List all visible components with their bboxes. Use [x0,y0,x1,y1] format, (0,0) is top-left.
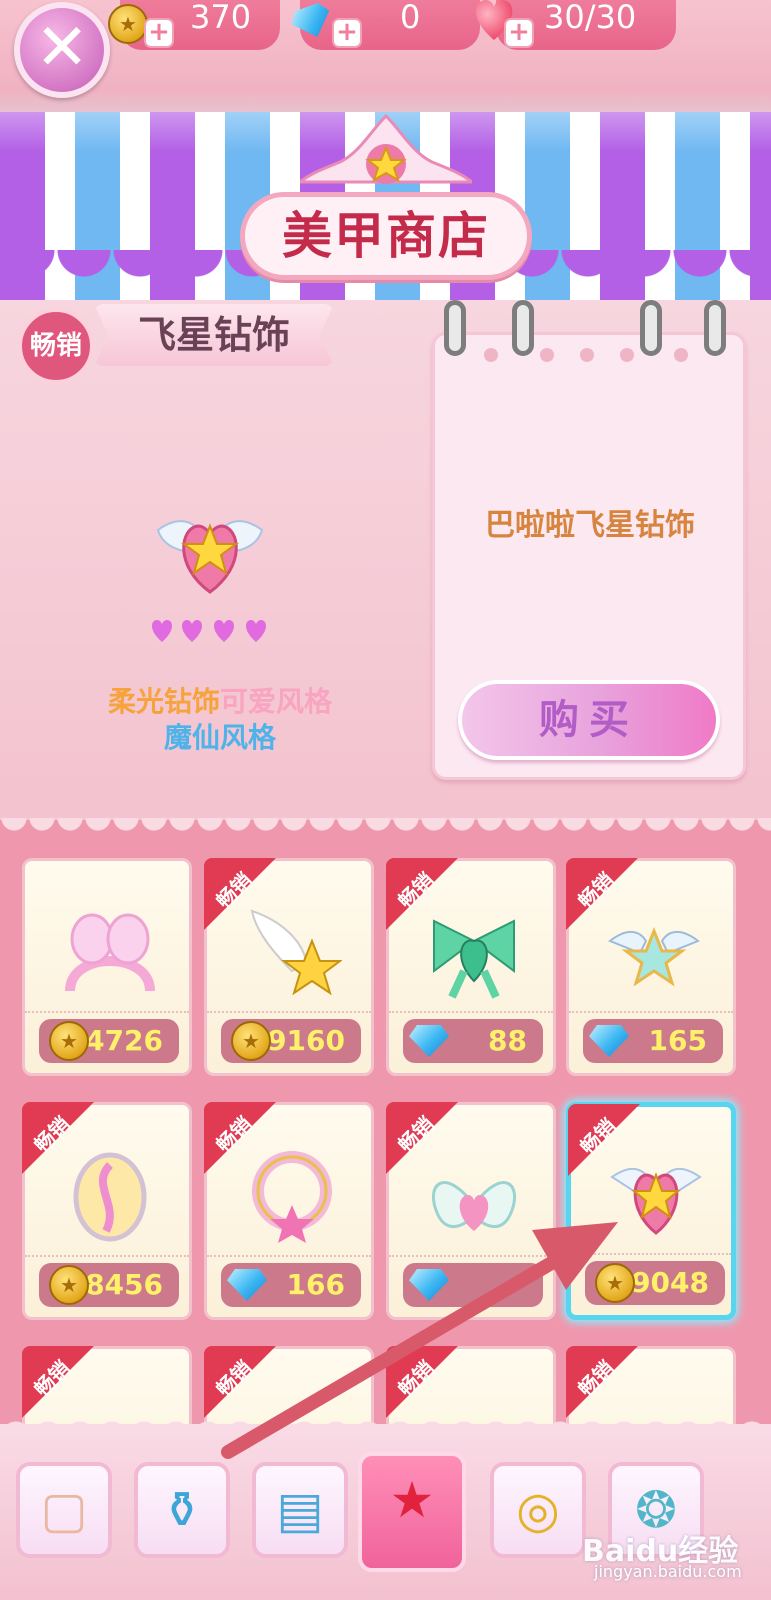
crown-ornament-icon [300,113,472,184]
green-bow-icon [433,919,515,999]
notepad-hole [540,348,554,362]
tag-magic-style: 魔仙风格 [163,721,276,754]
star-wreath-icon [252,1151,332,1243]
nail-patch-icon: ▢ [40,1481,88,1539]
item-card[interactable]: 畅销 88 [386,858,556,1076]
shop-title: 美甲商店 [240,192,532,280]
gem-icon [589,1025,629,1057]
tab-scallop [0,1412,771,1436]
item-card[interactable]: 畅销 165 [566,858,736,1076]
price-value: 4726 [85,1024,163,1057]
price-tag: 4726 [39,1019,179,1063]
tab-pattern-paper[interactable]: ▤ [252,1462,348,1558]
close-icon: ✕ [35,11,89,85]
notepad-ring [444,300,466,356]
category-ribbon: 飞星钻饰 [94,304,334,366]
coin-icon [595,1263,635,1303]
coin-icon [49,1021,89,1061]
shop-screen: { "resources": { "coins": "370", "gems":… [0,0,771,1600]
winged-heart-star-icon [610,1167,702,1235]
price-tag: 88 [403,1019,543,1063]
item-card[interactable]: 畅销8456 [22,1102,192,1320]
pattern-paper-icon: ▤ [276,1481,324,1539]
polish-bottle-icon: ⚱ [161,1481,203,1539]
price-value: 9048 [631,1266,709,1299]
winged-heart-star-icon [156,520,264,594]
gem-counter: 0 [300,0,480,50]
coin-count: 370 [190,0,252,36]
tab-star-gem[interactable]: ★ [358,1452,466,1572]
price-tag: 165 [583,1019,723,1063]
add-gems-button[interactable]: + [332,18,362,48]
close-button[interactable]: ✕ [14,2,110,98]
tag-soft-light: 柔光钻饰 [107,685,220,718]
item-card[interactable]: 畅销 [386,1102,556,1320]
card-divider [571,1253,731,1255]
heart-count: 30/30 [544,0,637,36]
card-divider [389,1255,553,1257]
coin-icon [231,1021,271,1061]
item-card[interactable]: 畅销9048 [566,1102,736,1320]
price-value: 8456 [85,1268,163,1301]
card-divider [25,1255,189,1257]
tag-cute-style: 可爱风格 [220,685,333,718]
price-tag: 166 [221,1263,361,1307]
add-hearts-button[interactable]: + [504,18,534,48]
notepad-hole [484,348,498,362]
price-value: 166 [286,1268,345,1301]
item-name: 巴啦啦飞星钻饰 [485,508,695,543]
card-divider [389,1011,553,1013]
price-value: 165 [648,1024,707,1057]
tab-ring[interactable]: ◎ [490,1462,586,1558]
card-divider [207,1011,371,1013]
winged-star-icon [250,909,342,996]
price-tag: 9048 [585,1261,725,1305]
card-divider [25,1011,189,1013]
gem-icon [227,1269,267,1301]
item-card[interactable]: 畅销 166 [204,1102,374,1320]
style-tags-line1: 柔光钻饰可爱风格 [100,680,340,720]
watermark-url: jingyan.baidu.com [594,1562,742,1581]
add-coins-button[interactable]: + [144,18,174,48]
notepad-hole [580,348,594,362]
price-value: 9160 [267,1024,345,1057]
winged-star-tiara-icon [608,926,700,987]
star-gem-icon: ★ [389,1471,435,1529]
price-tag: 8456 [39,1263,179,1307]
tab-nail-patch[interactable]: ▢ [16,1462,112,1558]
item-card[interactable]: 4726 [22,858,192,1076]
coin-icon [49,1265,89,1305]
price-tag: 9160 [221,1019,361,1063]
gem-icon [409,1269,449,1301]
buy-button[interactable]: 购买 [458,680,720,760]
gem-count: 0 [400,0,421,36]
notepad-hole [674,348,688,362]
grid-scallop [0,818,771,842]
butterfly-heart-icon [432,1181,516,1231]
price-value: 88 [488,1024,527,1057]
card-divider [569,1011,733,1013]
item-card[interactable]: 畅销9160 [204,858,374,1076]
price-tag [403,1263,543,1307]
tab-polish-bottle[interactable]: ⚱ [134,1462,230,1558]
notepad-ring [640,300,662,356]
hot-badge: 畅销 [18,308,94,384]
ring-icon: ◎ [516,1481,560,1539]
ear-headband-icon [65,913,155,992]
notepad-ring [512,300,534,356]
pink-egg-icon [73,1152,147,1242]
card-divider [207,1255,371,1257]
notepad-ring [704,300,726,356]
coin-icon [108,4,148,44]
notepad-hole [620,348,634,362]
gem-icon [409,1025,449,1057]
